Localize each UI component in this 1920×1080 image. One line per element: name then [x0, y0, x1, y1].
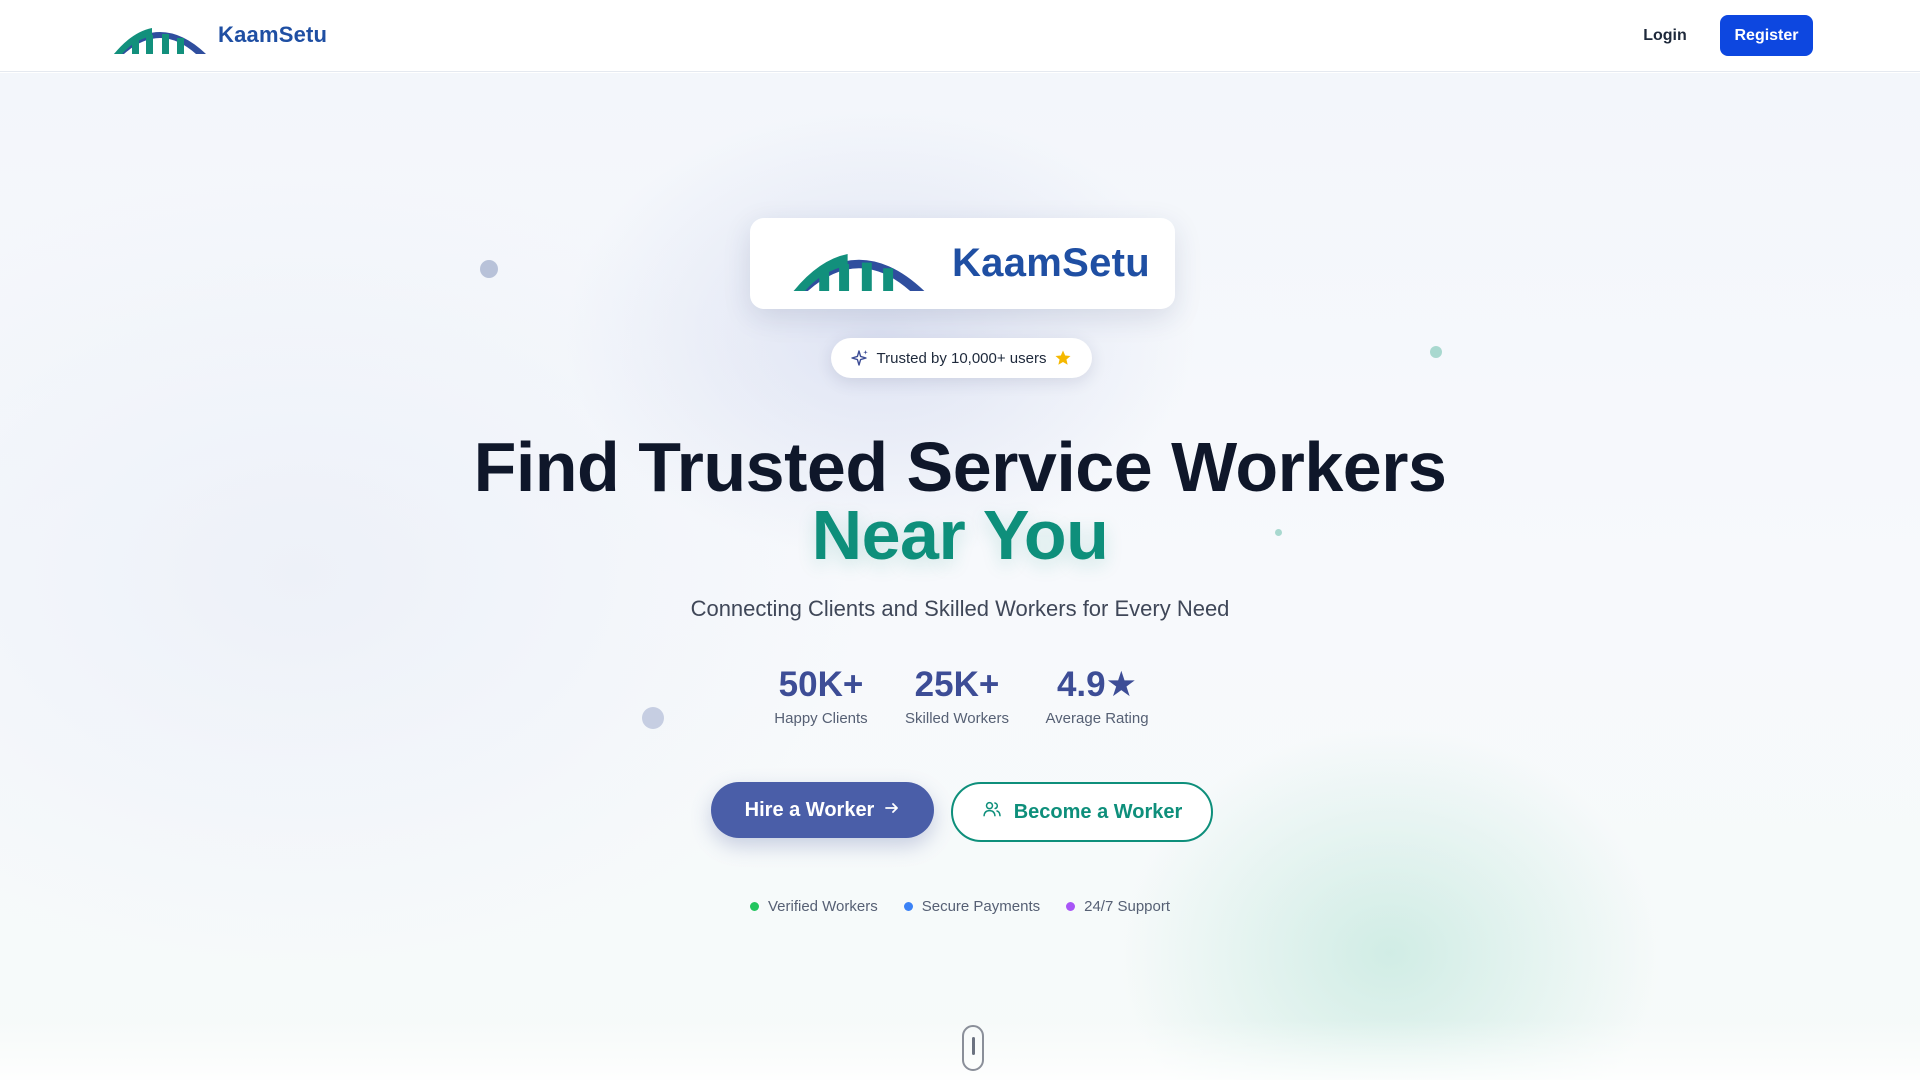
navbar-logo[interactable]: KaamSetu: [112, 16, 327, 54]
stat-value: 25K+: [914, 665, 1000, 704]
become-worker-label: Become a Worker: [1013, 800, 1183, 823]
feature-247-support: 24/7 Support: [1066, 898, 1170, 915]
users-icon: [982, 799, 1002, 825]
become-worker-button[interactable]: Become a Worker: [951, 782, 1213, 842]
status-dot-icon: [1066, 902, 1076, 911]
stat-happy-clients: 50K+ Happy Clients: [771, 664, 871, 727]
decorative-dot: [1430, 346, 1442, 358]
decorative-dot: [480, 260, 498, 278]
hero-headline-accent: Near You: [811, 496, 1109, 574]
star-icon: [1054, 349, 1072, 367]
status-dot-icon: [749, 902, 759, 911]
hero-bottom-fade: [0, 1020, 1920, 1080]
hero-headline: Find Trusted Service Workers: [473, 428, 1447, 506]
hero-brand-name: KaamSetu: [952, 241, 1151, 285]
register-button[interactable]: Register: [1720, 15, 1813, 56]
stat-skilled-workers: 25K+ Skilled Workers: [898, 664, 1016, 727]
scroll-wheel: [972, 1037, 975, 1055]
mouse-scroll-icon[interactable]: [962, 1025, 984, 1071]
status-dot-icon: [903, 902, 913, 911]
feature-list: Verified Workers Secure Payments 24/7 Su…: [0, 898, 1920, 915]
feature-verified-workers: Verified Workers: [749, 898, 878, 915]
stat-value: 4.9★: [1056, 665, 1138, 704]
top-navbar: KaamSetu Login Register: [0, 0, 1920, 72]
feature-label: Verified Workers: [767, 898, 878, 915]
login-link[interactable]: Login: [1630, 24, 1700, 48]
bridge-logo-icon: [793, 253, 925, 291]
stat-average-rating: 4.9★ Average Rating: [1040, 664, 1154, 727]
decorative-dot: [642, 707, 664, 729]
stat-label: Skilled Workers: [905, 710, 1009, 727]
hire-worker-button[interactable]: Hire a Worker: [711, 782, 934, 838]
sparkle-icon: [850, 349, 869, 367]
trust-badge: Trusted by 10,000+ users: [831, 338, 1092, 378]
feature-secure-payments: Secure Payments: [903, 898, 1041, 915]
feature-label: Secure Payments: [921, 898, 1041, 915]
bridge-logo-icon: [114, 28, 206, 54]
arrow-right-icon: [884, 799, 900, 822]
stat-label: Happy Clients: [774, 710, 868, 727]
hire-worker-label: Hire a Worker: [744, 798, 875, 821]
navbar-brand-name: KaamSetu: [218, 22, 328, 47]
stat-value: 50K+: [778, 665, 864, 704]
hero-subtitle: Connecting Clients and Skilled Workers f…: [690, 596, 1230, 621]
stat-label: Average Rating: [1045, 710, 1149, 727]
hero-logo-card: KaamSetu: [750, 218, 1175, 309]
trust-badge-text: Trusted by 10,000+ users: [876, 349, 1047, 367]
feature-label: 24/7 Support: [1084, 898, 1171, 915]
